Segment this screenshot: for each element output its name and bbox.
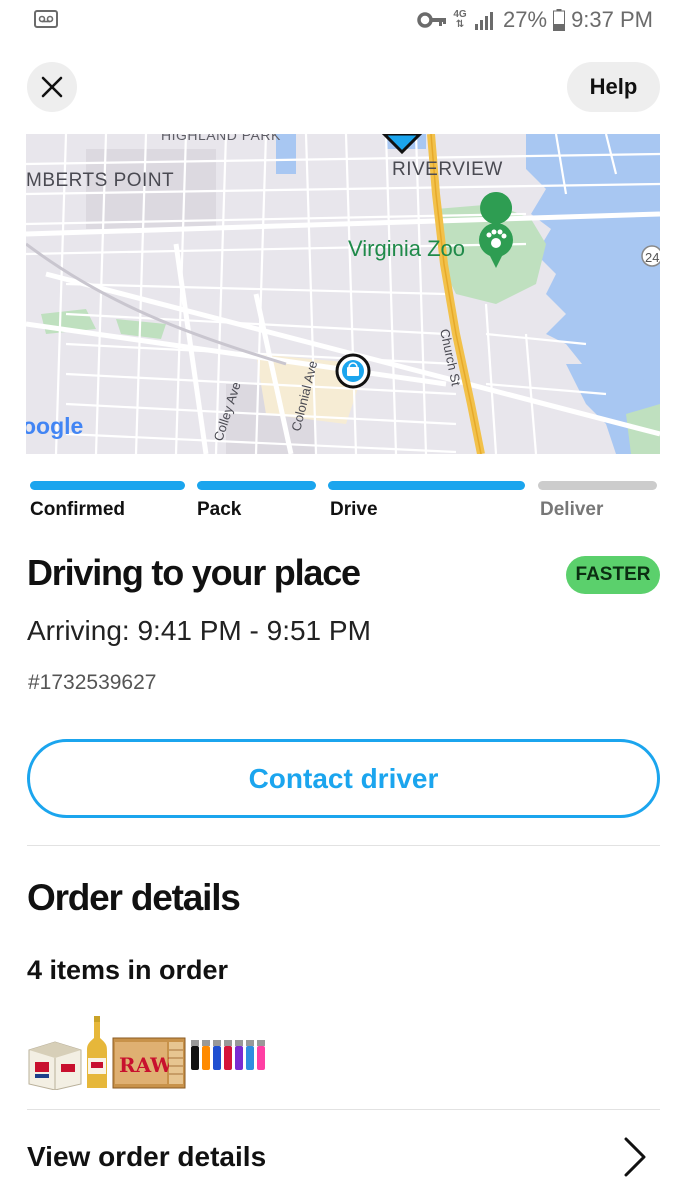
vpn-key-icon — [417, 12, 447, 28]
clock: 9:37 PM — [571, 7, 653, 32]
map-canvas: 24 HIGHLAND PARK MBERTS POINT RIVERVIEW … — [26, 134, 660, 454]
divider — [27, 845, 660, 846]
lighters-thumbnail — [191, 1040, 265, 1070]
order-details-heading: Order details — [27, 877, 241, 918]
step-label: Confirmed — [30, 499, 125, 520]
close-icon — [41, 76, 63, 98]
help-button[interactable]: Help — [567, 62, 660, 112]
signal-strength-icon — [475, 12, 494, 30]
contact-driver-button[interactable]: Contact driver — [27, 739, 660, 818]
step-label: Drive — [330, 499, 378, 520]
delivery-map[interactable]: 24 HIGHLAND PARK MBERTS POINT RIVERVIEW … — [26, 134, 660, 454]
items-count: 4 items in order — [27, 955, 229, 985]
battery-icon — [553, 9, 566, 31]
battery-percent: 27% — [503, 7, 548, 32]
map-label-virginia-zoo: Virginia Zoo — [348, 236, 465, 261]
beer-bottle-thumbnail — [87, 1016, 107, 1088]
step-deliver: Deliver — [538, 481, 657, 520]
map-label-lamberts-point: MBERTS POINT — [26, 170, 174, 191]
order-status-title: Driving to your place — [27, 552, 361, 593]
view-order-details-row[interactable]: View order details — [27, 1132, 660, 1186]
step-drive: Drive — [328, 481, 525, 520]
step-confirmed: Confirmed — [30, 481, 185, 520]
network-type-indicator: 4G ⇅ — [453, 9, 467, 30]
voicemail-icon — [34, 10, 58, 28]
step-label: Pack — [197, 499, 242, 520]
close-button[interactable] — [27, 62, 77, 112]
step-bar — [328, 481, 525, 490]
step-pack: Pack — [197, 481, 316, 520]
chevron-right-icon — [624, 1137, 646, 1177]
view-order-details-label: View order details — [27, 1141, 267, 1172]
order-item-thumbnails: RAW — [27, 1015, 273, 1090]
step-bar — [30, 481, 185, 490]
order-progress: Confirmed Pack Drive Deliver — [30, 481, 657, 531]
map-label-highland-park: HIGHLAND PARK — [161, 134, 281, 143]
faster-badge: FASTER — [566, 556, 660, 594]
divider — [27, 1109, 660, 1110]
arrival-window: Arriving: 9:41 PM - 9:51 PM — [27, 615, 371, 646]
rolling-papers-thumbnail: RAW — [112, 1037, 186, 1089]
status-bar: 4G ⇅ 27% 9:37 PM — [0, 0, 683, 40]
raw-brand-label: RAW — [119, 1053, 173, 1077]
step-bar — [538, 481, 657, 490]
step-bar — [197, 481, 316, 490]
google-logo: oogle — [26, 413, 83, 439]
beer-case-thumbnail — [28, 1041, 82, 1090]
store-location-icon — [335, 353, 371, 389]
step-label: Deliver — [540, 499, 604, 520]
map-label-riverview: RIVERVIEW — [392, 159, 503, 180]
order-number: #1732539627 — [28, 671, 157, 694]
route-shield-label: 24 — [645, 250, 659, 265]
